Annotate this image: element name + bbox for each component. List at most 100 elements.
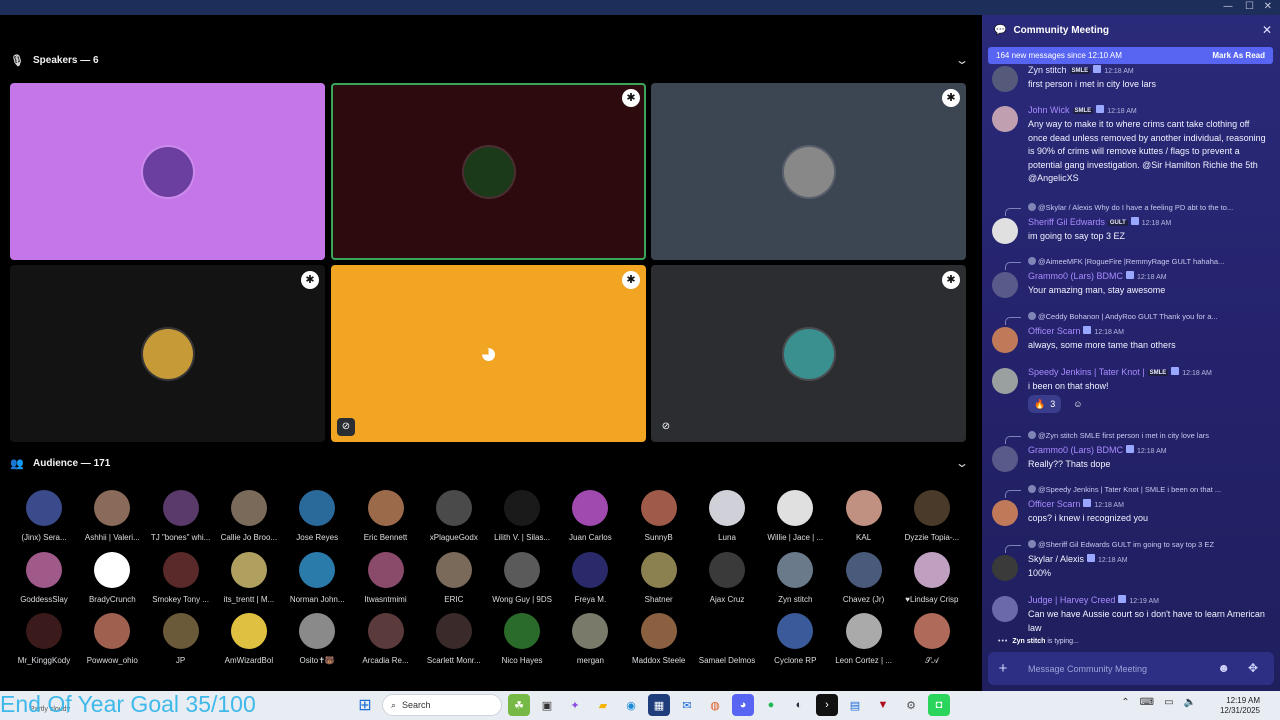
audience-member[interactable]: AmWizardBol xyxy=(215,613,283,665)
audience-member[interactable]: mergan xyxy=(556,613,624,665)
close-window-button[interactable]: ✕ xyxy=(1264,1,1272,12)
reply-preview[interactable]: @Speedy Jenkins | Tater Knot | SMLE i be… xyxy=(1028,485,1276,494)
audience-member[interactable]: TJ "bones" whi... xyxy=(147,490,215,542)
username[interactable]: Skylar / Alexis xyxy=(1028,554,1084,564)
username[interactable]: Grammo0 (Lars) BDMC xyxy=(1028,445,1123,455)
mark-as-read-button[interactable]: Mark As Read xyxy=(1212,51,1265,60)
avatar[interactable] xyxy=(992,596,1018,622)
reply-preview[interactable]: @AimeeMFK |RogueFire |RemmyRage GULT hah… xyxy=(1028,257,1276,266)
audience-member[interactable]: Juan Carlos xyxy=(556,490,624,542)
chevron-down-icon[interactable]: ⌄ xyxy=(955,53,969,67)
audience-member[interactable]: Nico Hayes xyxy=(488,613,556,665)
copilot-icon[interactable]: ✦ xyxy=(564,694,586,716)
windows-start-icon[interactable]: ⊞ xyxy=(354,694,376,716)
chevron-down-icon[interactable]: ⌄ xyxy=(955,456,969,470)
reply-preview[interactable]: @Zyn stitch SMLE first person i met in c… xyxy=(1028,431,1276,440)
add-attachment-icon[interactable]: + xyxy=(988,660,1018,677)
audience-member[interactable]: 𝒮𝒜 xyxy=(898,613,966,666)
username[interactable]: Zyn stitch xyxy=(1028,65,1067,75)
audience-member[interactable]: Smokey Tony ... xyxy=(147,552,215,604)
audience-member[interactable]: JP xyxy=(147,613,215,665)
audience-member[interactable]: Mr_KinggKody xyxy=(10,613,78,665)
discord-icon[interactable]: ◕ xyxy=(732,694,754,716)
audience-member[interactable]: Dyzzie Topia-... xyxy=(898,490,966,542)
audience-member[interactable]: Itwasntmimi xyxy=(352,552,420,604)
audience-member[interactable]: BradyCrunch xyxy=(78,552,146,604)
audience-member[interactable]: Ashhii | Valeri... xyxy=(78,490,146,542)
username[interactable]: John Wick xyxy=(1028,105,1070,115)
speaker-tile[interactable]: ✱ ⊘ xyxy=(651,265,966,442)
widgets-icon[interactable]: ☘ xyxy=(508,694,530,716)
message-composer[interactable]: + Message Community Meeting ☻ ✥ xyxy=(988,652,1274,685)
audience-member[interactable]: GoddessSlay xyxy=(10,552,78,604)
audience-member[interactable]: Eric Bennett xyxy=(352,490,420,542)
volume-icon[interactable]: 🔈 xyxy=(1184,697,1196,708)
avatar[interactable] xyxy=(992,327,1018,353)
reply-preview[interactable]: @Ceddy Bohanon | AndyRoo GULT Thank you … xyxy=(1028,312,1276,321)
username[interactable]: Judge | Harvey Creed xyxy=(1028,595,1115,605)
minimize-button[interactable]: — xyxy=(1223,1,1233,12)
audience-member[interactable]: Willie | Jace | ... xyxy=(761,490,829,542)
audience-member[interactable]: Leon Cortez | ... xyxy=(830,613,898,665)
audience-member[interactable]: Osito✝🐻 xyxy=(283,613,351,665)
audience-member[interactable]: ERIC xyxy=(420,552,488,604)
speaker-tile[interactable]: ✱ xyxy=(651,83,966,260)
audience-member[interactable]: Samael Delmos xyxy=(693,613,761,665)
emoji-icon[interactable]: ☻ xyxy=(1217,661,1230,675)
audience-member[interactable]: Arcadia Re... xyxy=(352,613,420,665)
avatar[interactable] xyxy=(992,368,1018,394)
maximize-button[interactable]: ☐ xyxy=(1245,1,1254,12)
audience-member[interactable]: Zyn stitch xyxy=(761,552,829,604)
game-launcher-icon[interactable]: ▼ xyxy=(872,694,894,716)
network-icon[interactable]: ⌨ xyxy=(1140,697,1154,708)
settings-icon[interactable]: ⚙ xyxy=(900,694,922,716)
audience-member[interactable]: (Jinx) Sera... xyxy=(10,490,78,542)
notepad-icon[interactable]: ▤ xyxy=(844,694,866,716)
audience-member[interactable]: Luna xyxy=(693,490,761,542)
audience-member[interactable]: Norman John... xyxy=(283,552,351,604)
username[interactable]: Sheriff Gil Edwards xyxy=(1028,217,1105,227)
audience-member[interactable]: Wong Guy | 9DS xyxy=(488,552,556,604)
avatar[interactable] xyxy=(992,218,1018,244)
avatar[interactable] xyxy=(992,555,1018,581)
avatar[interactable] xyxy=(992,446,1018,472)
avatar[interactable] xyxy=(992,106,1018,132)
audience-member[interactable]: Freya M. xyxy=(556,552,624,604)
file-explorer-icon[interactable]: ▰ xyxy=(592,694,614,716)
chevron-up-icon[interactable]: ⌃ xyxy=(1121,697,1129,708)
apps-icon[interactable]: ✥ xyxy=(1248,661,1258,675)
avatar[interactable] xyxy=(992,500,1018,526)
audience-member[interactable]: KAL xyxy=(830,490,898,542)
audience-member[interactable]: Cyclone RP xyxy=(761,613,829,665)
terminal-icon[interactable]: › xyxy=(816,694,838,716)
steam-icon[interactable]: ◐ xyxy=(788,694,810,716)
avatar[interactable] xyxy=(992,66,1018,92)
audience-member[interactable]: Ajax Cruz xyxy=(693,552,761,604)
store-icon[interactable]: ▦ xyxy=(648,694,670,716)
obs-icon[interactable]: ◘ xyxy=(928,694,950,716)
audience-member[interactable]: its_trentt | M... xyxy=(215,552,283,604)
audience-member[interactable]: Chavez (Jr) xyxy=(830,552,898,604)
new-messages-bar[interactable]: 164 new messages since 12:10 AM Mark As … xyxy=(988,47,1273,64)
task-view-icon[interactable]: ▣ xyxy=(536,694,558,716)
add-reaction-icon[interactable]: ☺ xyxy=(1067,395,1088,413)
reply-preview[interactable]: @Skylar / Alexis Why do I have a feeling… xyxy=(1028,203,1276,212)
audience-member[interactable]: ♥Lindsay Crisp xyxy=(898,552,966,604)
audience-member[interactable]: SunnyB xyxy=(625,490,693,542)
username[interactable]: Officer Scarn xyxy=(1028,326,1080,336)
audience-member[interactable]: Maddox Steele xyxy=(625,613,693,665)
audience-member[interactable]: Jose Reyes xyxy=(283,490,351,542)
audience-member[interactable]: Callie Jo Broo... xyxy=(215,490,283,542)
taskbar-search[interactable]: ⌕ Search xyxy=(382,694,502,716)
speaker-tile[interactable] xyxy=(10,83,325,260)
username[interactable]: Speedy Jenkins | Tater Knot | xyxy=(1028,367,1145,377)
close-icon[interactable]: ✕ xyxy=(1262,23,1272,37)
avatar[interactable] xyxy=(992,272,1018,298)
audience-member[interactable]: Powwow_ohio xyxy=(78,613,146,665)
message-input[interactable]: Message Community Meeting xyxy=(1028,664,1147,674)
audience-member[interactable]: Shatner xyxy=(625,552,693,604)
speakers-header[interactable]: 🎙 Speakers — 6 xyxy=(10,50,99,70)
firefox-icon[interactable]: ◍ xyxy=(704,694,726,716)
spotify-icon[interactable]: ● xyxy=(760,694,782,716)
username[interactable]: Grammo0 (Lars) BDMC xyxy=(1028,271,1123,281)
